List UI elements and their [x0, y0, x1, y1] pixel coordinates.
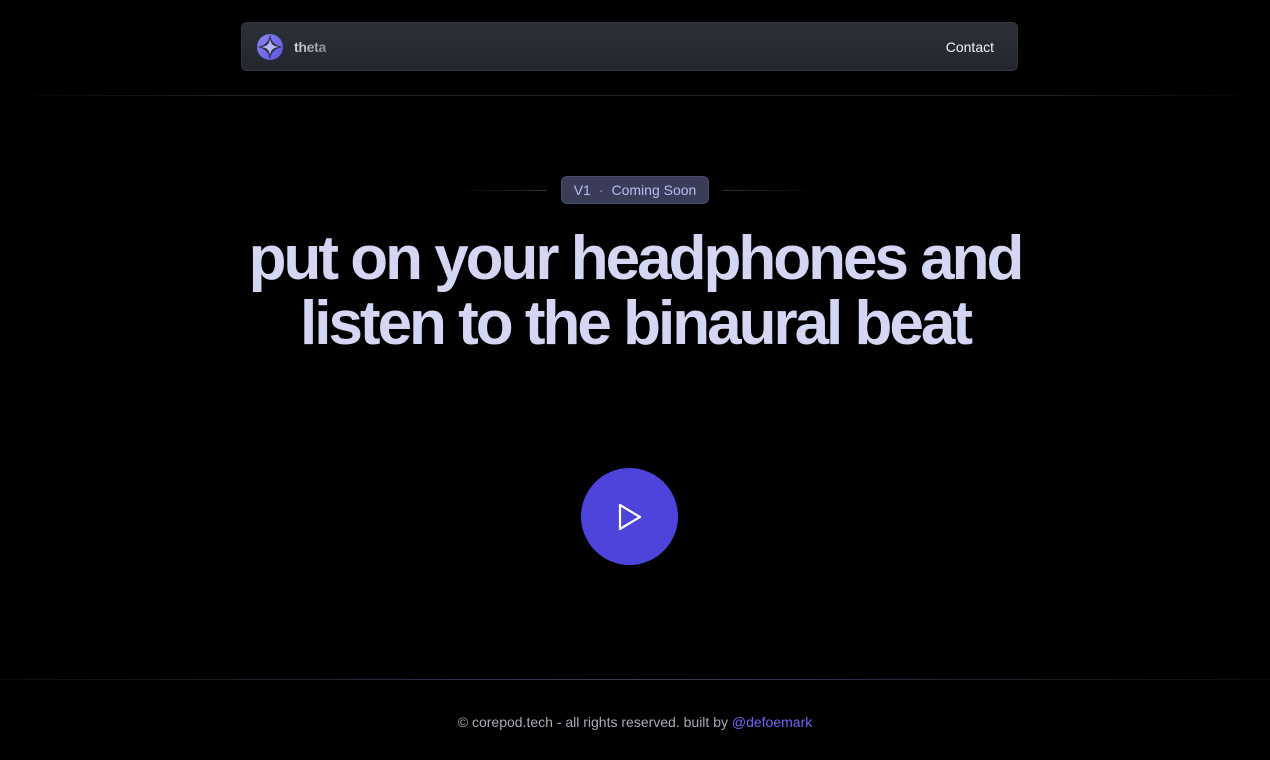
brand-home-link[interactable]: theta [256, 33, 326, 61]
author-link[interactable]: @defoemark [732, 714, 812, 730]
play-button[interactable] [581, 468, 678, 565]
page: theta Contact V1 · Coming Soon put on yo… [0, 0, 1270, 760]
badge-rule-right [723, 189, 816, 191]
status-badge: V1 · Coming Soon [560, 176, 710, 204]
footer-copyright: © corepod.tech - all rights reserved. bu… [457, 714, 732, 730]
badge-separator: · [598, 182, 604, 198]
footer: © corepod.tech - all rights reserved. bu… [0, 714, 1270, 730]
hero-headline: put on your headphones and listen to the… [248, 224, 1025, 358]
badge-status: Coming Soon [611, 182, 697, 198]
header-divider [0, 95, 1270, 96]
play-icon [618, 503, 641, 530]
footer-divider [0, 679, 1270, 680]
brand-name: theta [294, 38, 326, 55]
badge-version: V1 [573, 182, 591, 198]
navbar: theta Contact [241, 22, 1018, 71]
contact-link[interactable]: Contact [946, 39, 994, 55]
theta-logo-icon [257, 33, 283, 60]
badge-rule-left [454, 189, 547, 191]
badge-row: V1 · Coming Soon [0, 176, 1270, 204]
